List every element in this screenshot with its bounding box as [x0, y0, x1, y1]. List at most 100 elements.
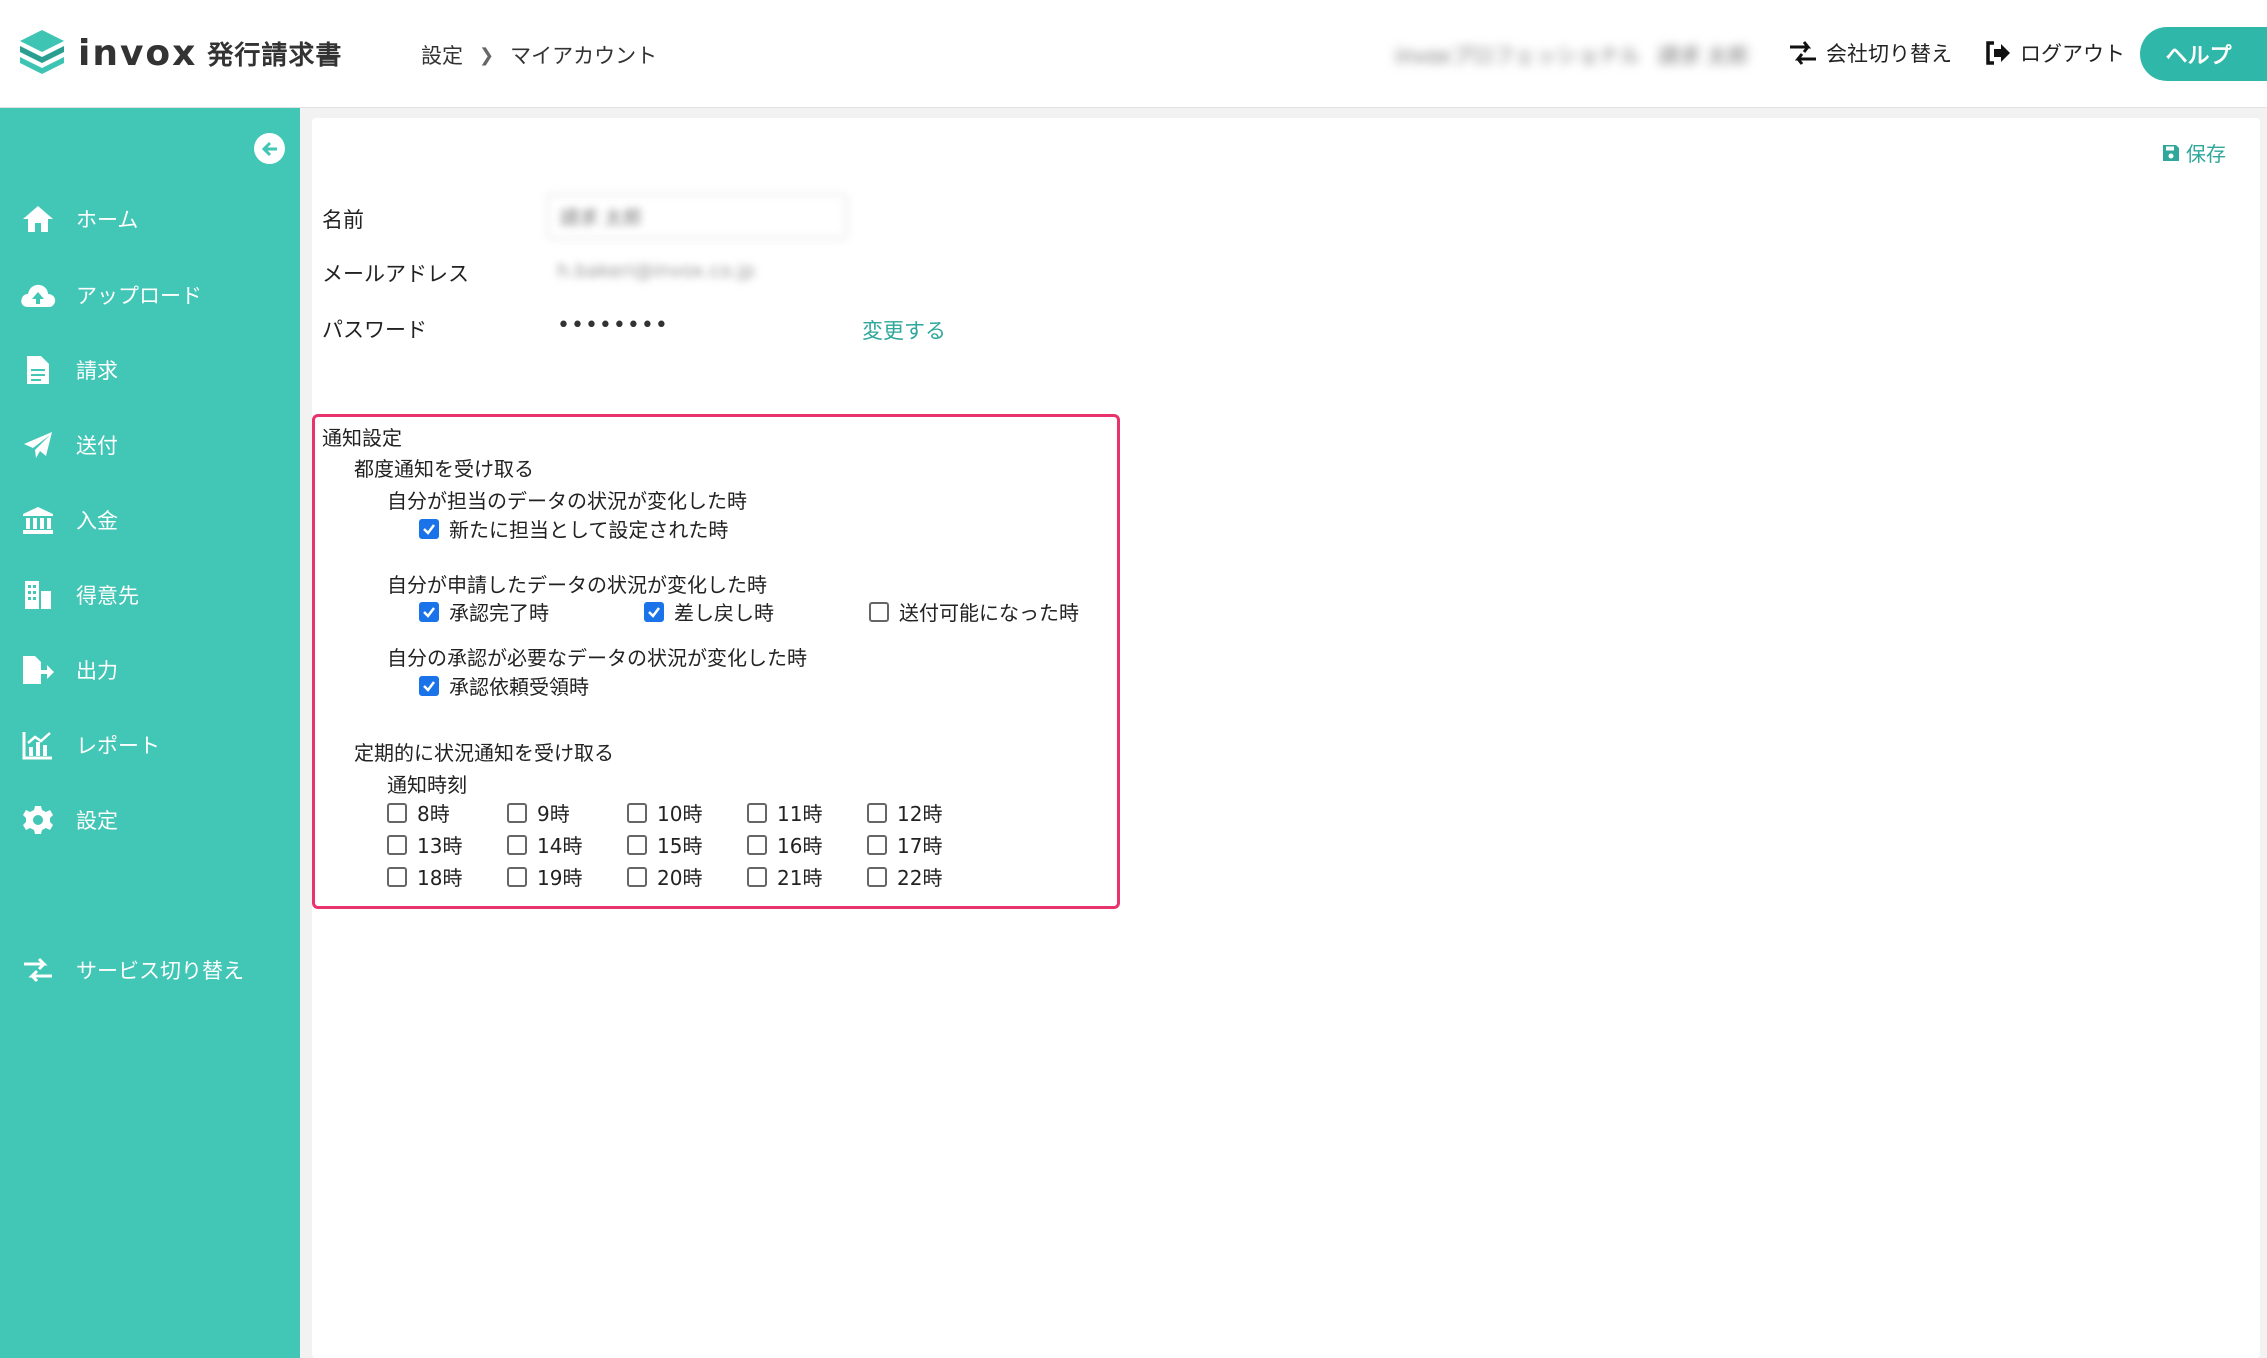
- breadcrumb: 設定 ❯ マイアカウント: [421, 40, 657, 70]
- chart-icon: [18, 727, 58, 763]
- bank-icon: [18, 502, 58, 538]
- hour-option[interactable]: 17時: [867, 830, 942, 859]
- sidebar-item-billing[interactable]: 請求: [18, 350, 118, 390]
- sidebar-item-label: 入金: [76, 509, 118, 533]
- password-value: ••••••••: [557, 313, 669, 338]
- option-assigned[interactable]: 新たに担当として設定された時: [419, 514, 728, 543]
- paper-plane-icon: [18, 427, 58, 463]
- option-sendable[interactable]: 送付可能になった時: [869, 597, 1079, 626]
- document-icon: [18, 352, 58, 388]
- sidebar-item-send[interactable]: 送付: [18, 425, 118, 465]
- save-label: 保存: [2186, 142, 2226, 166]
- sidebar-item-settings[interactable]: 設定: [18, 800, 118, 840]
- hour-option[interactable]: 9時: [507, 798, 570, 827]
- switch-company-button[interactable]: 会社切り替え: [1788, 38, 1952, 68]
- checkbox-unchecked[interactable]: [747, 866, 767, 887]
- hour-option[interactable]: 18時: [387, 862, 462, 891]
- notification-title: 通知設定: [322, 426, 402, 450]
- checkbox-unchecked[interactable]: [747, 834, 767, 855]
- checkbox-unchecked[interactable]: [747, 802, 767, 823]
- account-panel: 保存 名前 メールアドレス h.bakeri@invox.co.jp パスワード…: [312, 118, 2260, 1358]
- hour-label: 21時: [777, 866, 823, 890]
- hour-option[interactable]: 22時: [867, 862, 942, 891]
- checkbox-checked[interactable]: [644, 601, 664, 622]
- arrow-left-icon: [261, 141, 277, 156]
- checkbox-checked[interactable]: [419, 518, 439, 539]
- group1-heading: 自分が担当のデータの状況が変化した時: [387, 489, 747, 513]
- hour-option[interactable]: 14時: [507, 830, 582, 859]
- periodic-heading: 定期的に状況通知を受け取る: [354, 741, 614, 765]
- hour-label: 13時: [417, 834, 463, 858]
- hour-option[interactable]: 15時: [627, 830, 702, 859]
- switch-company-label: 会社切り替え: [1826, 42, 1952, 66]
- time-heading: 通知時刻: [387, 773, 467, 797]
- sidebar-item-home[interactable]: ホーム: [18, 199, 138, 239]
- checkbox-unchecked[interactable]: [387, 834, 407, 855]
- sidebar-item-label: 送付: [76, 434, 118, 458]
- hour-label: 16時: [777, 834, 823, 858]
- checkbox-unchecked[interactable]: [387, 866, 407, 887]
- hour-option[interactable]: 12時: [867, 798, 942, 827]
- breadcrumb-settings[interactable]: 設定: [421, 40, 463, 70]
- sidebar-item-label: 出力: [76, 659, 118, 683]
- checkbox-unchecked[interactable]: [627, 866, 647, 887]
- sidebar-item-customers[interactable]: 得意先: [18, 575, 139, 615]
- help-button[interactable]: ヘルプ: [2140, 27, 2267, 81]
- checkmark-icon: [423, 680, 435, 692]
- hour-label: 22時: [897, 866, 943, 890]
- hour-option[interactable]: 8時: [387, 798, 450, 827]
- sidebar-item-payment[interactable]: 入金: [18, 500, 118, 540]
- checkbox-unchecked[interactable]: [867, 834, 887, 855]
- hour-option[interactable]: 10時: [627, 798, 702, 827]
- hour-option[interactable]: 19時: [507, 862, 582, 891]
- app-logo[interactable]: invox 発行請求書: [18, 28, 342, 78]
- logout-icon: [1986, 41, 2010, 65]
- name-input[interactable]: [547, 194, 847, 239]
- switch-arrows-icon: [18, 952, 58, 988]
- hour-option[interactable]: 13時: [387, 830, 462, 859]
- checkbox-unchecked[interactable]: [627, 802, 647, 823]
- file-export-icon: [18, 652, 58, 688]
- logo-mark-icon: [20, 30, 64, 74]
- hour-option[interactable]: 11時: [747, 798, 822, 827]
- logo-word: invox: [78, 32, 198, 74]
- hour-option[interactable]: 21時: [747, 862, 822, 891]
- sidebar-item-report[interactable]: レポート: [18, 725, 160, 765]
- switch-arrows-icon: [1790, 41, 1816, 65]
- checkbox-checked[interactable]: [419, 675, 439, 696]
- hour-label: 12時: [897, 802, 943, 826]
- sidebar-item-export[interactable]: 出力: [18, 650, 118, 690]
- hour-label: 10時: [657, 802, 703, 826]
- sidebar-item-upload[interactable]: アップロード: [18, 275, 202, 315]
- checkmark-icon: [423, 523, 435, 535]
- logout-label: ログアウト: [2020, 42, 2125, 66]
- floppy-disk-icon: [2163, 144, 2179, 161]
- save-button[interactable]: 保存: [2162, 138, 2226, 167]
- hour-label: 11時: [777, 802, 823, 826]
- logout-button[interactable]: ログアウト: [1984, 38, 2125, 68]
- hour-option[interactable]: 20時: [627, 862, 702, 891]
- option-approval-complete[interactable]: 承認完了時: [419, 597, 549, 626]
- hour-option[interactable]: 16時: [747, 830, 822, 859]
- service-switch-button[interactable]: サービス切り替え: [18, 950, 244, 990]
- sidebar-item-label: レポート: [76, 734, 160, 758]
- breadcrumb-my-account: マイアカウント: [510, 44, 658, 68]
- sidebar-item-label: 請求: [76, 359, 118, 383]
- company-name: invoxプロフェッショナル: [1395, 44, 1641, 68]
- option-label: 承認完了時: [449, 601, 549, 625]
- option-sent-back[interactable]: 差し戻し時: [644, 597, 774, 626]
- checkbox-unchecked[interactable]: [627, 834, 647, 855]
- checkbox-unchecked[interactable]: [867, 866, 887, 887]
- checkbox-checked[interactable]: [419, 601, 439, 622]
- collapse-sidebar-button[interactable]: [254, 133, 285, 164]
- checkbox-unchecked[interactable]: [507, 802, 527, 823]
- checkbox-unchecked[interactable]: [507, 834, 527, 855]
- checkbox-unchecked[interactable]: [507, 866, 527, 887]
- change-password-link[interactable]: 変更する: [862, 315, 946, 345]
- checkbox-unchecked[interactable]: [387, 802, 407, 823]
- sidebar: ホーム アップロード 請求 送付 入金 得意先 出力 レポート 設定 サービス切…: [0, 108, 300, 1358]
- checkbox-unchecked[interactable]: [869, 601, 889, 622]
- checkbox-unchecked[interactable]: [867, 802, 887, 823]
- sidebar-item-label: ホーム: [76, 208, 139, 232]
- option-approval-request[interactable]: 承認依頼受領時: [419, 671, 589, 700]
